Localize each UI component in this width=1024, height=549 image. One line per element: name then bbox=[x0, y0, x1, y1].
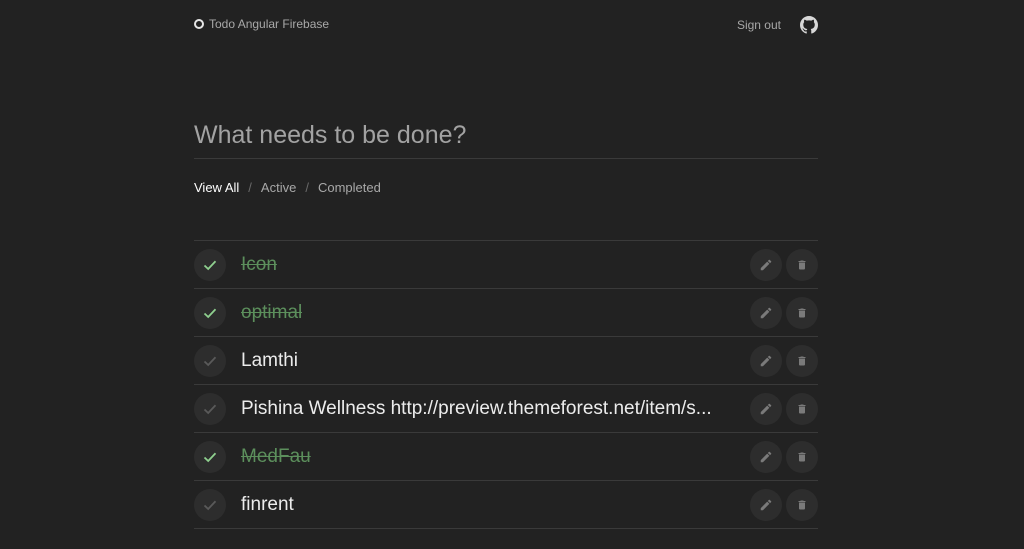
pencil-icon bbox=[760, 307, 772, 319]
delete-button[interactable] bbox=[786, 297, 818, 329]
todo-title: Pishina Wellness http://preview.themefor… bbox=[241, 398, 712, 419]
todo-item: optimal bbox=[194, 289, 818, 337]
brand-title: Todo Angular Firebase bbox=[209, 17, 330, 31]
filter-separator: / bbox=[248, 180, 252, 195]
checkmark-icon bbox=[203, 356, 217, 367]
delete-button[interactable] bbox=[786, 489, 818, 521]
checkmark-icon bbox=[203, 404, 217, 415]
new-todo-input[interactable] bbox=[194, 113, 818, 159]
toggle-complete-button[interactable] bbox=[194, 297, 226, 329]
delete-button[interactable] bbox=[786, 249, 818, 281]
checkmark-icon bbox=[203, 308, 217, 319]
todo-item: Icon bbox=[194, 241, 818, 289]
filter-active[interactable]: Active bbox=[261, 180, 296, 195]
pencil-icon bbox=[760, 259, 772, 271]
delete-button[interactable] bbox=[786, 345, 818, 377]
pencil-icon bbox=[760, 451, 772, 463]
filter-nav: View All / Active / Completed bbox=[194, 180, 381, 195]
trash-icon bbox=[798, 500, 806, 510]
todo-title: Icon bbox=[241, 254, 277, 275]
edit-button[interactable] bbox=[750, 249, 782, 281]
filter-separator: / bbox=[305, 180, 309, 195]
logo-ring-icon bbox=[194, 19, 204, 29]
edit-button[interactable] bbox=[750, 297, 782, 329]
todo-item: Pishina Wellness http://preview.themefor… bbox=[194, 385, 818, 433]
delete-button[interactable] bbox=[786, 441, 818, 473]
toggle-complete-button[interactable] bbox=[194, 489, 226, 521]
edit-button[interactable] bbox=[750, 441, 782, 473]
checkmark-icon bbox=[203, 452, 217, 463]
edit-button[interactable] bbox=[750, 489, 782, 521]
delete-button[interactable] bbox=[786, 393, 818, 425]
trash-icon bbox=[798, 308, 806, 318]
toggle-complete-button[interactable] bbox=[194, 441, 226, 473]
edit-button[interactable] bbox=[750, 393, 782, 425]
trash-icon bbox=[798, 260, 806, 270]
pencil-icon bbox=[760, 355, 772, 367]
filter-view-all[interactable]: View All bbox=[194, 180, 239, 195]
header: Todo Angular Firebase Sign out bbox=[194, 14, 818, 36]
github-icon[interactable] bbox=[800, 16, 818, 34]
trash-icon bbox=[798, 356, 806, 366]
trash-icon bbox=[798, 452, 806, 462]
toggle-complete-button[interactable] bbox=[194, 249, 226, 281]
todo-title: MedFau bbox=[241, 446, 311, 467]
edit-button[interactable] bbox=[750, 345, 782, 377]
toggle-complete-button[interactable] bbox=[194, 345, 226, 377]
pencil-icon bbox=[760, 499, 772, 511]
brand-link[interactable]: Todo Angular Firebase bbox=[194, 17, 329, 31]
todo-title: finrent bbox=[241, 494, 294, 515]
filter-completed[interactable]: Completed bbox=[318, 180, 381, 195]
todo-item: finrent bbox=[194, 481, 818, 529]
todo-title: Lamthi bbox=[241, 350, 299, 371]
todo-list: Icon optimal Lamthi Pishina Wellness htt… bbox=[194, 240, 818, 529]
checkmark-icon bbox=[203, 500, 217, 511]
sign-out-link[interactable]: Sign out bbox=[737, 18, 781, 32]
checkmark-icon bbox=[203, 260, 217, 271]
trash-icon bbox=[798, 404, 806, 414]
todo-title: optimal bbox=[241, 302, 303, 323]
todo-item: MedFau bbox=[194, 433, 818, 481]
todo-item: Lamthi bbox=[194, 337, 818, 385]
toggle-complete-button[interactable] bbox=[194, 393, 226, 425]
pencil-icon bbox=[760, 403, 772, 415]
